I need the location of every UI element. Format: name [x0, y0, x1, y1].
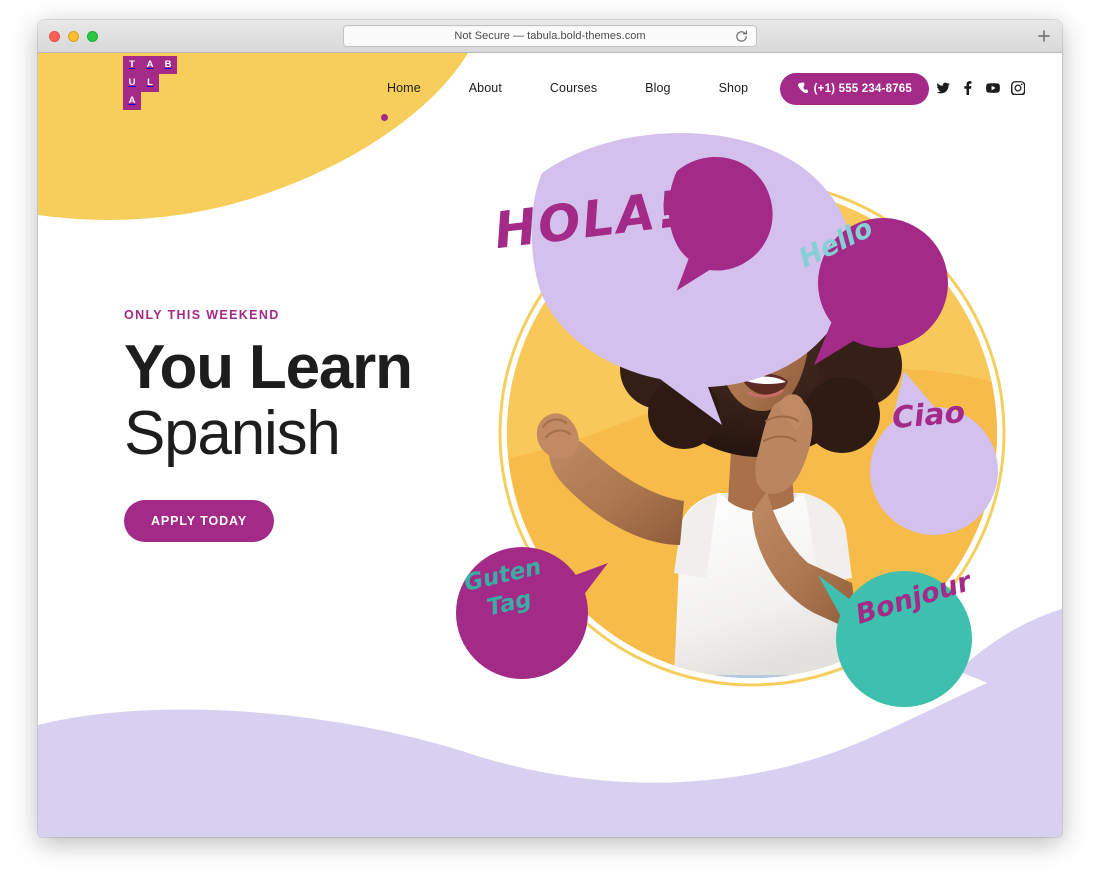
- nav-item-about[interactable]: About: [445, 81, 526, 95]
- reload-icon[interactable]: [734, 29, 749, 44]
- browser-titlebar: Not Secure — tabula.bold-themes.com: [38, 20, 1062, 53]
- phone-icon: [797, 82, 808, 96]
- social-links: [936, 81, 1025, 95]
- address-bar[interactable]: Not Secure — tabula.bold-themes.com: [343, 25, 757, 47]
- logo-cell-empty-3: [159, 92, 177, 110]
- screenshot-root: Not Secure — tabula.bold-themes.com HOLA…: [0, 0, 1100, 894]
- hero-eyebrow: ONLY THIS WEEKEND: [124, 308, 280, 322]
- logo-letter-a1: A: [141, 56, 159, 74]
- hero-headline-bold: You Learn: [124, 333, 413, 402]
- window-controls[interactable]: [49, 31, 98, 42]
- facebook-icon[interactable]: [961, 81, 975, 95]
- nav-item-courses[interactable]: Courses: [526, 81, 621, 95]
- apply-today-button[interactable]: APPLY TODAY: [124, 499, 275, 542]
- instagram-icon[interactable]: [1011, 81, 1025, 95]
- site-logo[interactable]: T A B U L A: [123, 56, 178, 110]
- logo-row-2: U L: [123, 74, 178, 92]
- logo-cell-empty-2: [141, 92, 159, 110]
- phone-cta-button[interactable]: (+1) 555 234-8765: [779, 73, 929, 105]
- logo-letter-u: U: [123, 74, 141, 92]
- logo-letter-a2: A: [123, 92, 141, 110]
- new-tab-button[interactable]: [1035, 27, 1053, 45]
- phone-number-label: (+1) 555 234-8765: [813, 83, 912, 95]
- page-viewport: HOLA! Hello Ciao Guten Tag Bonjour T A B…: [38, 53, 1062, 837]
- nav-item-home[interactable]: Home: [363, 81, 445, 95]
- minimize-window-button[interactable]: [68, 31, 79, 42]
- site-header: T A B U L A Home About Courses Blog Shop…: [38, 53, 1062, 123]
- zoom-window-button[interactable]: [87, 31, 98, 42]
- nav-item-shop[interactable]: Shop: [695, 81, 773, 95]
- hero-content: ONLY THIS WEEKEND You Learn Spanish APPL…: [124, 308, 524, 542]
- address-bar-text: Not Secure — tabula.bold-themes.com: [454, 30, 646, 42]
- logo-cell-empty-1: [159, 74, 177, 92]
- twitter-icon[interactable]: [936, 81, 950, 95]
- logo-row-1: T A B: [123, 56, 178, 74]
- close-window-button[interactable]: [49, 31, 60, 42]
- nav-item-blog[interactable]: Blog: [621, 81, 694, 95]
- browser-window: Not Secure — tabula.bold-themes.com HOLA…: [38, 20, 1062, 837]
- logo-row-3: A: [123, 92, 178, 110]
- logo-letter-l: L: [141, 74, 159, 92]
- logo-letter-b: B: [159, 56, 177, 74]
- youtube-icon[interactable]: [986, 81, 1000, 95]
- hero-headline-light: Spanish: [124, 398, 341, 468]
- logo-letter-t: T: [123, 56, 141, 74]
